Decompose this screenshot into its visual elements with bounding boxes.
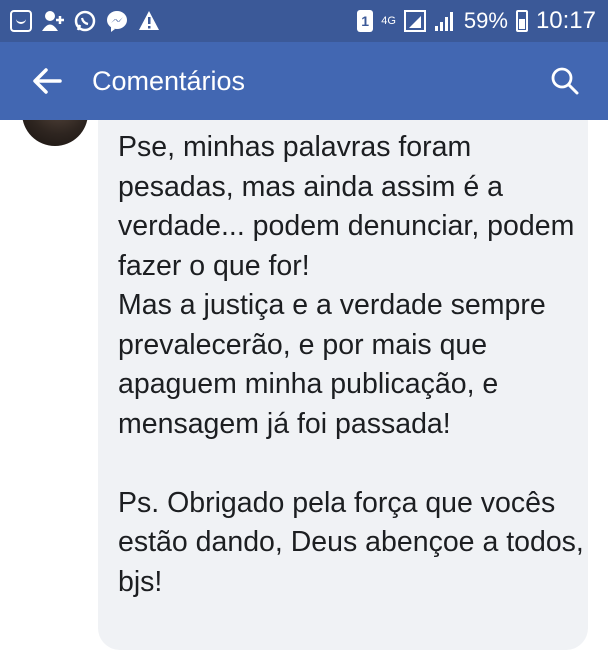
battery-percent: 59% (463, 8, 508, 33)
status-bar: 1 4G 59% 10:17 (0, 0, 608, 42)
battery-icon (515, 10, 528, 32)
clock: 10:17 (535, 7, 596, 34)
network-label: 4G (381, 15, 396, 27)
notification-icons (10, 10, 160, 32)
page-title: Comentários (92, 65, 246, 96)
whatsapp-icon (74, 10, 96, 32)
arrow-left-icon (33, 68, 62, 94)
messenger-icon (106, 10, 128, 32)
back-button[interactable] (22, 56, 72, 106)
signal-strength-icon (434, 10, 456, 32)
network-type: 4G (381, 15, 396, 27)
warning-icon (138, 10, 160, 32)
comments-list[interactable]: Pse, minhas palavras foram pesadas, mas … (0, 120, 608, 656)
app-bar: Comentários (0, 42, 608, 120)
search-icon (551, 67, 579, 95)
comment-text: Pse, minhas palavras foram pesadas, mas … (118, 131, 584, 598)
avatar[interactable] (22, 120, 88, 146)
sim-signal-icon (403, 10, 426, 32)
inbox-icon (10, 10, 32, 32)
friend-request-icon (42, 10, 64, 32)
system-indicators: 1 4G 59% 10:17 (357, 7, 596, 35)
search-button[interactable] (540, 56, 590, 106)
sim-slot-badge: 1 (357, 10, 374, 32)
